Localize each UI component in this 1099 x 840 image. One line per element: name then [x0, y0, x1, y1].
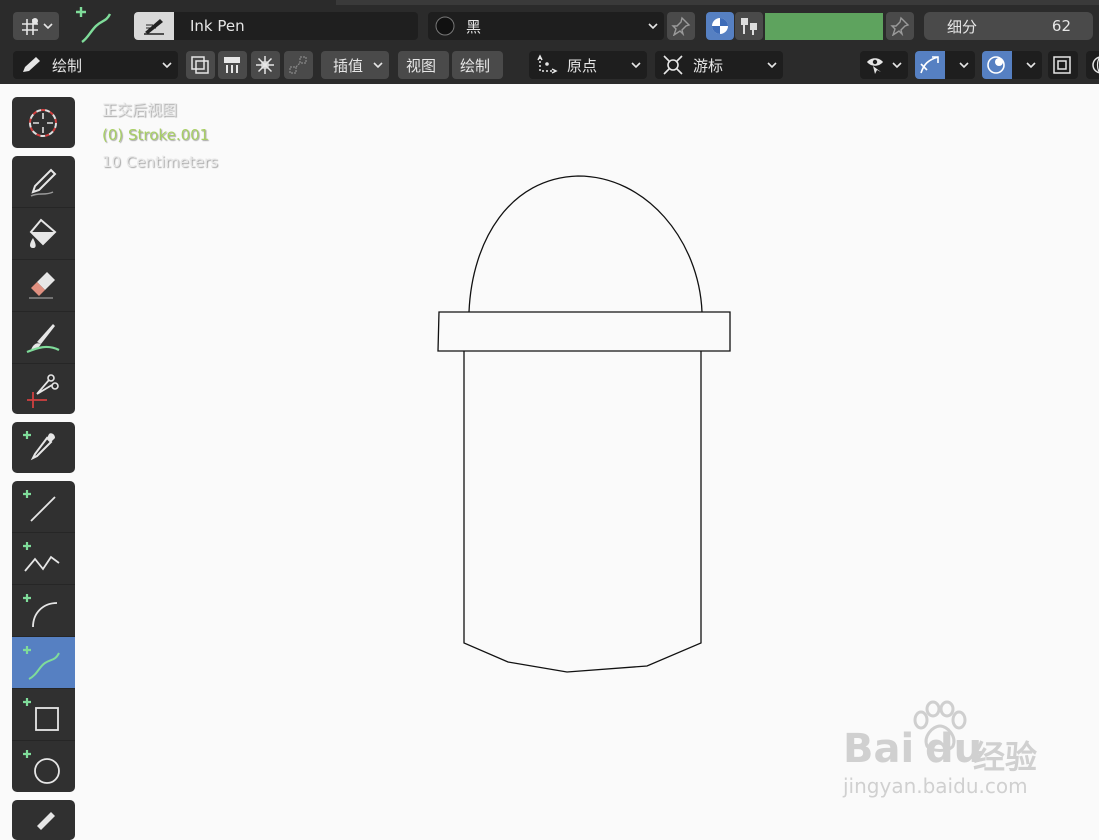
- circle-icon: [23, 749, 63, 785]
- watermark-brand: Bai: [843, 726, 914, 772]
- tool-cursor[interactable]: [12, 97, 75, 148]
- fill-bucket-icon: [23, 216, 63, 252]
- tool-polyline[interactable]: [12, 533, 75, 585]
- tool-circle[interactable]: [12, 741, 75, 792]
- tool-group-annotate: [12, 800, 75, 840]
- body-stroke: [464, 351, 701, 672]
- tool-erase[interactable]: [12, 260, 75, 312]
- tool-arc[interactable]: [12, 585, 75, 637]
- draw-pencil-icon: [23, 164, 63, 200]
- tool-group-eyedropper: [12, 422, 75, 473]
- curve-icon: [23, 645, 63, 681]
- tool-fill[interactable]: [12, 208, 75, 260]
- watermark-brand-cn: 经验: [973, 732, 1037, 778]
- line-icon: [23, 489, 63, 525]
- tool-group-paint: [12, 156, 75, 414]
- tool-eyedropper[interactable]: [12, 422, 75, 473]
- tool-group-cursor: [12, 97, 75, 148]
- dome-stroke: [469, 176, 702, 312]
- tool-curve[interactable]: [12, 637, 75, 689]
- 3d-cursor-icon: [23, 105, 63, 141]
- scissors-icon: [23, 372, 63, 408]
- tool-draw[interactable]: [12, 156, 75, 208]
- baidu-watermark: Bai du 经验 jingyan.baidu.com: [843, 700, 1053, 804]
- band-stroke: [438, 312, 730, 351]
- box-icon: [23, 697, 63, 733]
- tint-brush-icon: [23, 320, 63, 356]
- tool-tint[interactable]: [12, 312, 75, 364]
- polyline-icon: [23, 541, 63, 577]
- eyedropper-icon: [23, 430, 63, 466]
- tool-group-primitives: [12, 481, 75, 792]
- grease-pencil-strokes: [438, 176, 730, 672]
- tool-line[interactable]: [12, 481, 75, 533]
- tool-box[interactable]: [12, 689, 75, 741]
- watermark-url: jingyan.baidu.com: [843, 774, 1028, 798]
- eraser-icon: [23, 268, 63, 304]
- annotate-pencil-icon: [23, 808, 63, 840]
- tool-cutter[interactable]: [12, 364, 75, 414]
- tool-annotate[interactable]: [12, 800, 75, 840]
- arc-icon: [23, 593, 63, 629]
